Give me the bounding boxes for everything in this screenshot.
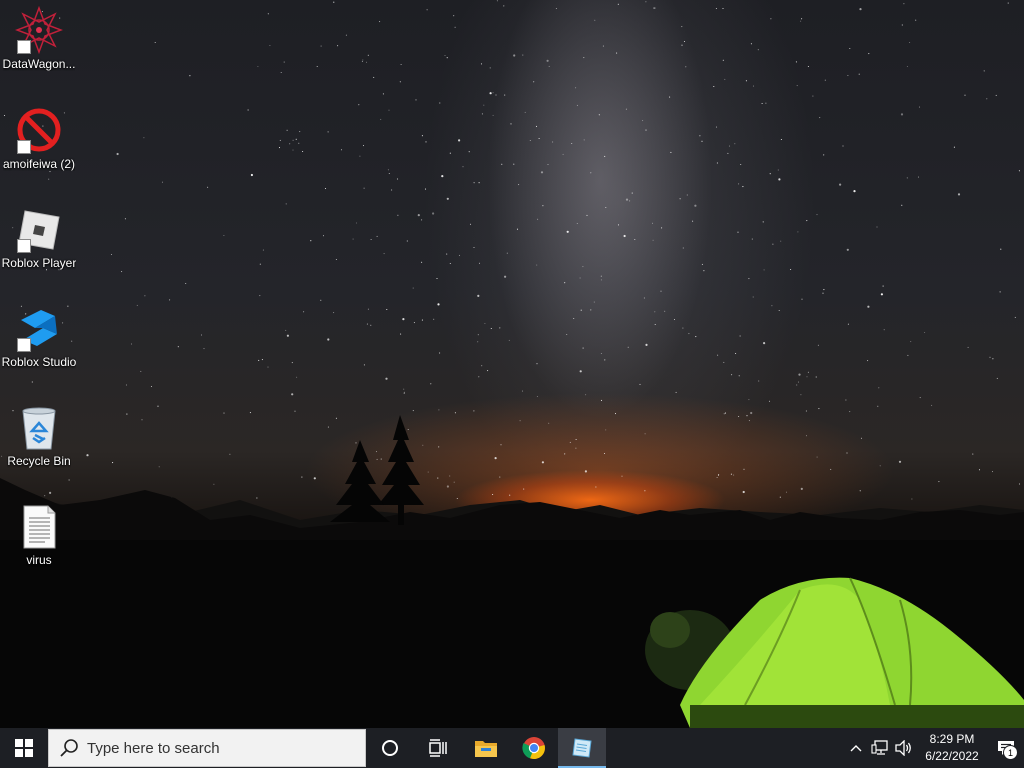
speaker-icon [895,740,911,756]
roblox-player-icon [15,205,63,253]
desktop-icon-label: amoifeiwa (2) [2,157,76,171]
no-entry-icon [15,106,63,154]
network-icon [871,740,888,755]
desktop-icon-roblox-player[interactable]: Roblox Player [0,199,78,289]
mandala-icon [14,5,64,55]
clock[interactable]: 8:29 PM 6/22/2022 [916,731,988,765]
recycle-bin-icon [15,403,63,451]
text-document-icon [15,502,63,550]
desktop-icon-label: Roblox Player [1,256,77,270]
desktop-icon-label: DataWagon... [2,57,76,71]
network-button[interactable] [868,728,892,768]
shortcut-arrow-icon [17,140,31,154]
search-icon [60,739,78,757]
action-center-button[interactable]: 1 [988,728,1024,768]
chevron-up-icon [850,745,862,752]
task-view-icon [429,739,447,757]
shortcut-arrow-icon [17,239,31,253]
desktop-icon-amoifeiwa[interactable]: amoifeiwa (2) [0,100,78,190]
shortcut-arrow-icon [17,338,31,352]
desktop-icon-roblox-studio[interactable]: Roblox Studio [0,298,78,388]
desktop-icon-datawagon[interactable]: DataWagon... [0,0,78,90]
file-explorer-button[interactable] [462,728,510,768]
landscape-silhouette [0,415,1024,728]
start-button[interactable] [0,728,48,768]
notification-count-badge: 1 [1003,745,1018,760]
desktop-icon-recycle-bin[interactable]: Recycle Bin [0,397,78,487]
show-hidden-icons-button[interactable] [844,728,868,768]
task-view-button[interactable] [414,728,462,768]
desktop-icon-label: virus [26,553,52,567]
taskbar: Type here to search 8:29 PM 6/22/2022 1 [0,728,1024,768]
desktop-icon-label: Roblox Studio [1,355,77,369]
chrome-button[interactable] [510,728,558,768]
clock-time: 8:29 PM [929,732,975,746]
system-tray: 8:29 PM 6/22/2022 1 [844,728,1024,768]
volume-button[interactable] [892,728,916,768]
clock-date: 6/22/2022 [925,749,979,763]
roblox-studio-icon [15,304,63,352]
chrome-icon [522,737,545,760]
desktop-icon-virus[interactable]: virus [0,496,78,586]
search-placeholder: Type here to search [87,739,220,757]
circle-icon [382,740,398,756]
cortana-button[interactable] [366,728,414,768]
search-box[interactable]: Type here to search [48,729,366,767]
desktop-icon-label: Recycle Bin [7,454,71,468]
windows-logo-icon [15,739,33,757]
notepad-button[interactable] [558,728,606,768]
desktop-wallpaper [0,0,1024,728]
shortcut-arrow-icon [17,40,31,54]
folder-icon [475,741,497,757]
notepad-icon [572,738,592,758]
